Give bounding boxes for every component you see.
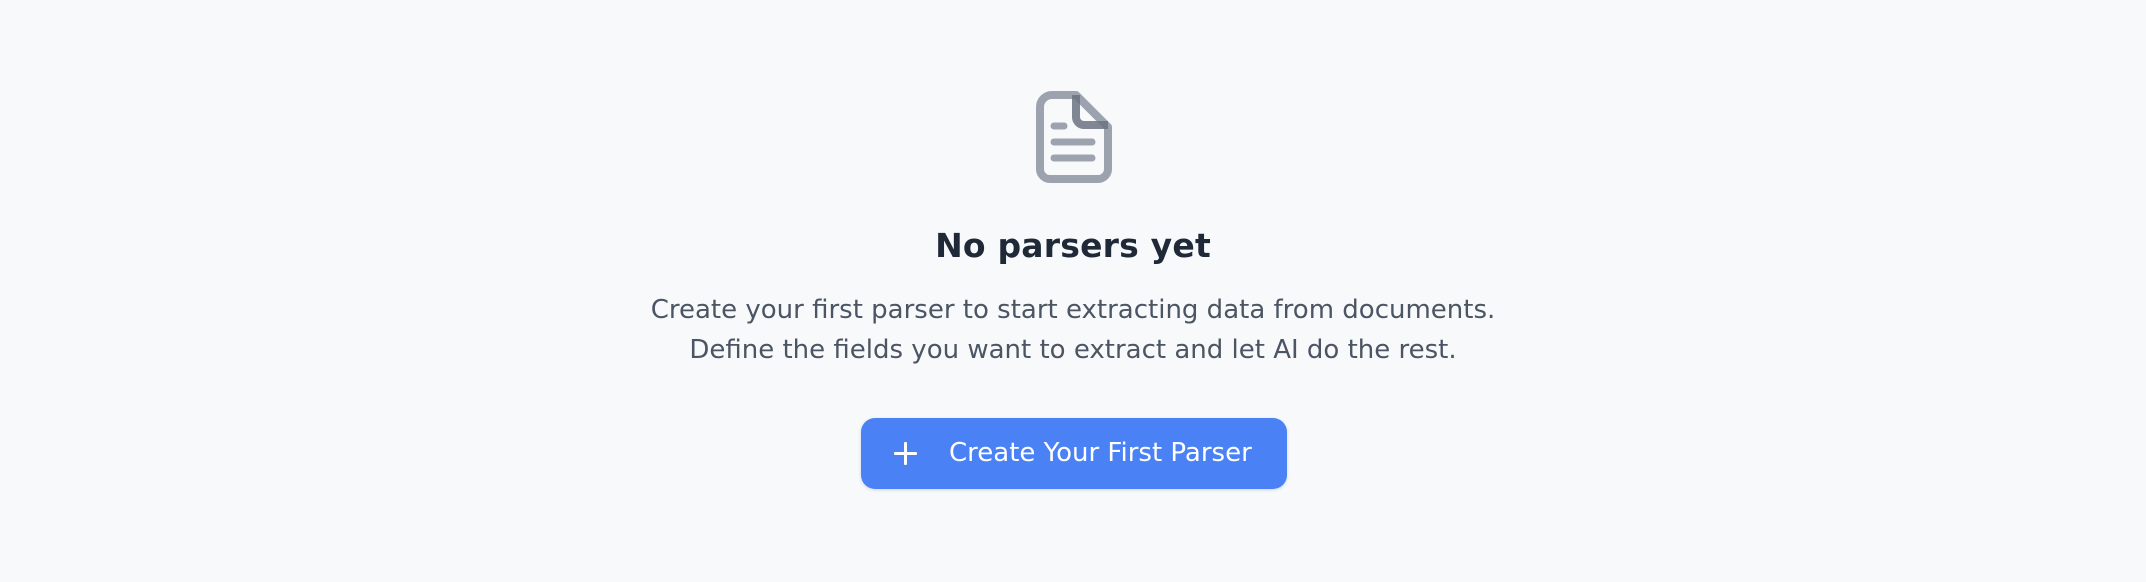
empty-state-description: Create your first parser to start extrac… xyxy=(0,290,2146,370)
create-first-parser-button[interactable]: Create Your First Parser xyxy=(861,418,1287,489)
description-line: Create your first parser to start extrac… xyxy=(650,295,1496,325)
document-icon xyxy=(1036,91,1112,183)
description-line: Define the fields you want to extract an… xyxy=(689,335,1457,365)
create-first-parser-label: Create Your First Parser xyxy=(949,438,1252,468)
page: No parsers yet Create your first parser … xyxy=(0,0,2146,582)
plus-icon xyxy=(889,418,921,489)
empty-state-title: No parsers yet xyxy=(935,226,1211,265)
empty-state: No parsers yet Create your first parser … xyxy=(0,0,2146,582)
